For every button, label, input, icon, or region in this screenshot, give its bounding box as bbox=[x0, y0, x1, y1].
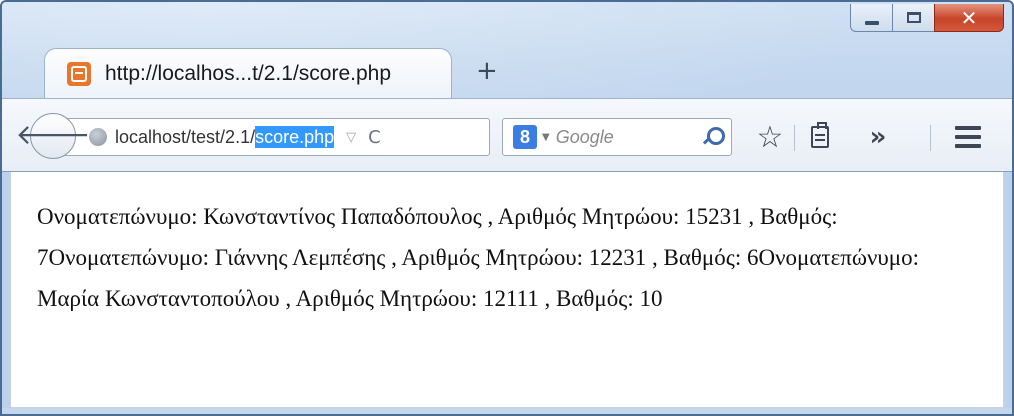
xampp-favicon-icon bbox=[67, 61, 91, 86]
window-caption-buttons: ✕ bbox=[850, 4, 1004, 32]
toolbar-separator bbox=[794, 125, 795, 151]
maximize-button[interactable] bbox=[892, 4, 934, 32]
url-dropdown-icon[interactable]: ▽ bbox=[346, 130, 356, 145]
url-text[interactable]: localhost/test/2.1/score.php bbox=[115, 125, 335, 148]
tab-title: http://localhos...t/2.1/score.php bbox=[105, 61, 392, 85]
score-list-text: Ονοματεπώνυμο: Κωνσταντίνος Παπαδόπουλος… bbox=[37, 204, 920, 311]
url-selected-text: score.php bbox=[255, 125, 335, 148]
reload-icon[interactable]: C bbox=[368, 127, 381, 148]
close-icon: ✕ bbox=[960, 5, 978, 30]
new-tab-button[interactable]: + bbox=[476, 56, 498, 86]
minimize-button[interactable] bbox=[850, 4, 892, 32]
toolbar-separator bbox=[930, 125, 931, 151]
close-button[interactable]: ✕ bbox=[934, 4, 1004, 32]
tab-score-php[interactable]: http://localhos...t/2.1/score.php bbox=[44, 48, 452, 98]
engine-dropdown-icon[interactable]: ▼ bbox=[542, 132, 550, 143]
url-bar[interactable]: localhost/test/2.1/score.php ▽ C bbox=[58, 118, 490, 156]
search-input[interactable]: Google bbox=[556, 127, 697, 148]
back-arrow-icon: 🡐 bbox=[15, 118, 91, 151]
window-bottom-frame bbox=[2, 408, 1012, 414]
search-bar[interactable]: 8 ▼ Google bbox=[502, 118, 732, 156]
browser-window: ✕ http://localhos...t/2.1/score.php + 🡐 … bbox=[0, 0, 1014, 416]
globe-icon bbox=[89, 128, 107, 146]
reading-list-icon[interactable] bbox=[802, 119, 838, 155]
maximize-icon bbox=[906, 12, 921, 23]
overflow-chevron-icon[interactable]: » bbox=[858, 119, 898, 155]
navigation-toolbar: 🡐 localhost/test/2.1/score.php ▽ C 8 ▼ G… bbox=[2, 98, 1012, 172]
star-icon[interactable]: ☆ bbox=[752, 119, 788, 155]
search-icon[interactable] bbox=[697, 122, 731, 152]
page-content: Ονοματεπώνυμο: Κωνσταντίνος Παπαδόπουλος… bbox=[10, 172, 1004, 408]
google-search-engine-icon[interactable]: 8 bbox=[513, 125, 537, 149]
back-button[interactable]: 🡐 bbox=[15, 113, 91, 159]
hamburger-menu-icon[interactable] bbox=[946, 119, 990, 155]
minimize-icon bbox=[864, 20, 879, 25]
url-prefix: localhost/test/2.1/ bbox=[115, 126, 256, 147]
